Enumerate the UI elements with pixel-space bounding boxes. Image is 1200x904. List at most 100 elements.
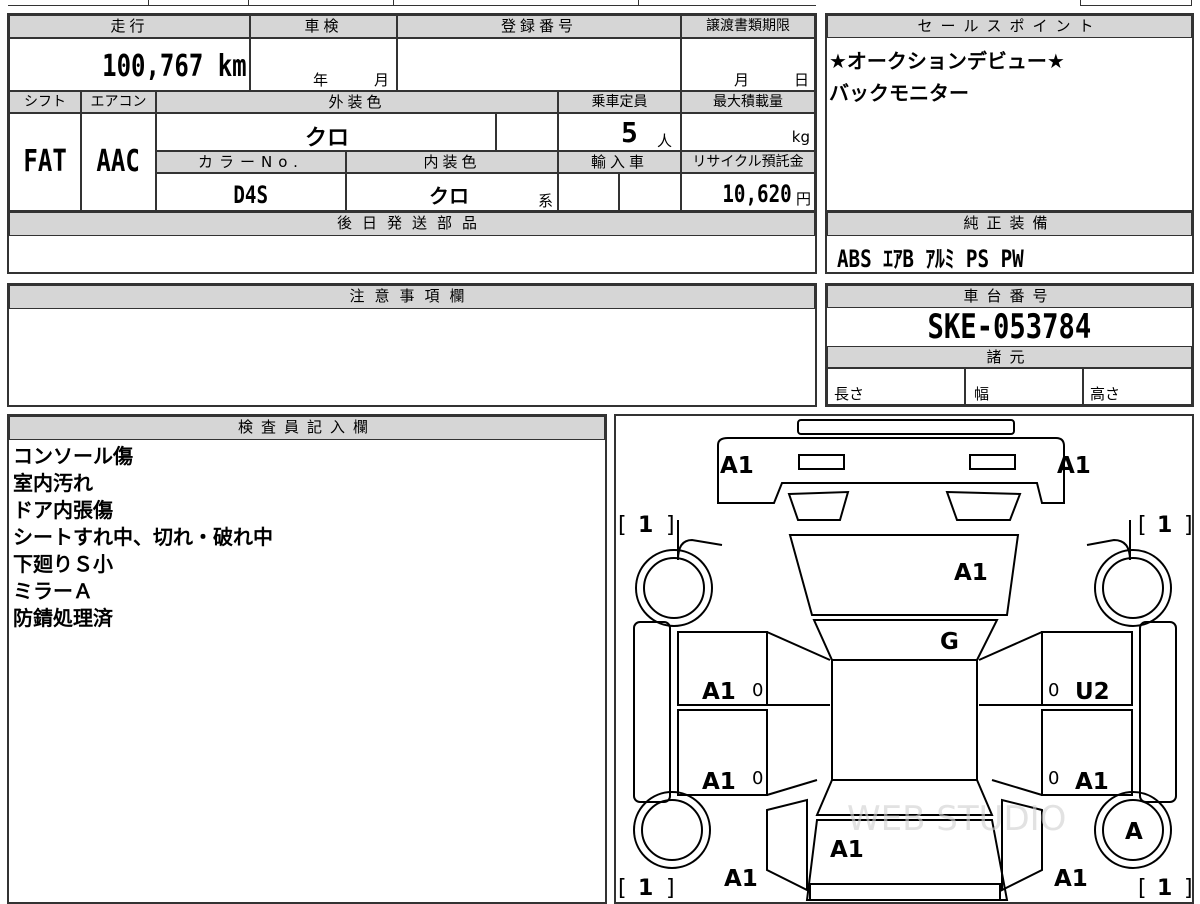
tire-rear-right-close: ] xyxy=(1184,876,1192,901)
recycle-value: 10,620 xyxy=(722,180,792,208)
wheel-rear-left-inner xyxy=(641,799,703,861)
interior-color-label: 内装色 xyxy=(346,151,558,173)
tire-front-right-close: ] xyxy=(1184,513,1192,538)
notes-label: 注意事項欄 xyxy=(9,285,815,309)
tire-rear-right-open: [ xyxy=(1138,876,1147,901)
interior-suffix: 系 xyxy=(537,192,553,210)
front-left-door-zero: 0 xyxy=(752,680,763,701)
rear-bumper-strip xyxy=(809,883,1001,901)
tire-front-right-open: [ xyxy=(1138,513,1147,538)
stub-divider xyxy=(248,0,249,6)
sales-point-line-2: バックモニター xyxy=(829,81,969,105)
right-side-skirt xyxy=(1139,621,1177,803)
car-diagram-box: WEB STUDIO A1 A1 A1 G A1 U2 A1 A1 A A1 A… xyxy=(614,414,1194,904)
top-stub-row xyxy=(8,0,816,6)
max-load-label: 最大積載量 xyxy=(681,91,815,113)
color-no-label: カラーNo. xyxy=(156,151,346,173)
tire-rear-left-open: [ xyxy=(618,876,627,901)
tire-rear-left-close: ] xyxy=(666,876,675,901)
stub-divider xyxy=(148,0,149,6)
right-pillar-line-2 xyxy=(991,779,1043,796)
inspector-line-6: ミラーＡ xyxy=(13,579,93,603)
watermark-text: WEB STUDIO xyxy=(847,799,1066,839)
stub-divider xyxy=(393,0,394,6)
wheel-front-right-inner xyxy=(1102,557,1164,619)
wheel-front-left xyxy=(635,549,713,627)
chassis-box: 車台番号 SKE-053784 諸元 長さ 幅 高さ xyxy=(825,283,1194,407)
standard-equipment-box: 純正装備 ABS ｴｱB ｱﾙﾐ PS PW xyxy=(825,212,1194,274)
rear-left-quarter-outline xyxy=(766,798,808,892)
wheel-rear-left xyxy=(633,791,711,869)
trunk-code: A1 xyxy=(830,837,864,863)
dimension-width-label: 幅 xyxy=(974,385,990,403)
rear-left-quarter-code: A1 xyxy=(724,866,758,892)
deadline-day-unit: 日 xyxy=(794,71,810,89)
front-left-fender-code: A1 xyxy=(720,453,754,479)
inspector-line-5: 下廻りＳ小 xyxy=(13,552,113,576)
roof-outline xyxy=(831,659,978,781)
shaken-month-unit: 月 xyxy=(374,71,390,89)
chassis-label: 車台番号 xyxy=(827,285,1192,308)
front-right-door-zero: 0 xyxy=(1048,680,1059,701)
fog-lamp-right xyxy=(945,490,1022,521)
standard-equipment-value: ABS ｴｱB ｱﾙﾐ PS PW xyxy=(837,245,1024,273)
shaken-cell: 年 月 xyxy=(250,38,397,91)
registration-cell xyxy=(397,38,681,91)
rear-left-door-code: A1 xyxy=(702,769,736,795)
shaken-year-unit: 年 xyxy=(313,71,329,89)
exterior-color-value: クロ xyxy=(305,126,350,151)
rear-right-door-zero: 0 xyxy=(1048,768,1059,789)
inspector-box: 検査員記入欄 コンソール傷 室内汚れ ドア内張傷 シートすれ中、切れ・破れ中 下… xyxy=(7,414,607,904)
stub-divider xyxy=(638,0,639,6)
import-label: 輸入車 xyxy=(558,151,681,173)
interior-color-cell: クロ 系 xyxy=(346,173,558,212)
rear-right-wheel-code: A xyxy=(1125,819,1143,845)
max-load-unit: kg xyxy=(791,128,810,146)
headlight-left xyxy=(798,454,845,470)
dimension-height-label: 高さ xyxy=(1090,385,1121,403)
aircon-value: AAC xyxy=(96,144,141,179)
info-table: 走行 車検 登録番号 譲渡書類期限 100,767 km 年 月 月 日 シフト… xyxy=(7,13,817,212)
exterior-color-cell: クロ xyxy=(156,113,496,151)
front-right-door-code: U2 xyxy=(1075,679,1110,705)
dimension-height-cell: 高さ xyxy=(1083,368,1192,405)
inspector-line-2: 室内汚れ xyxy=(13,471,93,495)
import-cell-b xyxy=(619,173,681,212)
mileage-value: 100,767 km xyxy=(102,49,248,84)
tire-front-left-close: ] xyxy=(666,513,675,538)
import-cell-a xyxy=(558,173,619,212)
exterior-color-label: 外装色 xyxy=(156,91,558,113)
mileage-cell: 100,767 km xyxy=(9,38,250,91)
wheel-front-right xyxy=(1094,549,1172,627)
inspector-line-1: コンソール傷 xyxy=(13,444,133,468)
front-right-fender-code: A1 xyxy=(1057,453,1091,479)
inspector-label: 検査員記入欄 xyxy=(9,416,605,440)
left-pillar-line-2 xyxy=(766,779,818,796)
dimension-length-cell: 長さ xyxy=(827,368,965,405)
tire-front-right-value: 1 xyxy=(1157,513,1172,538)
mileage-label: 走行 xyxy=(9,15,250,38)
interior-color-value: クロ xyxy=(429,184,469,208)
tire-rear-right-value: 1 xyxy=(1157,876,1172,901)
inspector-line-4: シートすれ中、切れ・破れ中 xyxy=(13,525,273,549)
deadline-month-unit: 月 xyxy=(734,71,750,89)
transfer-deadline-label: 譲渡書類期限 xyxy=(681,15,815,38)
shift-cell: FAT xyxy=(9,113,81,212)
capacity-unit: 人 xyxy=(657,132,673,150)
aircon-label: エアコン xyxy=(81,91,156,113)
front-left-door-code: A1 xyxy=(702,679,736,705)
capacity-label: 乗車定員 xyxy=(558,91,681,113)
registration-label: 登録番号 xyxy=(397,15,681,38)
color-no-cell: D4S xyxy=(156,173,346,212)
tire-rear-left-value: 1 xyxy=(638,876,653,901)
standard-equipment-label: 純正装備 xyxy=(827,212,1192,236)
deadline-cell: 月 日 xyxy=(681,38,815,91)
recycle-cell: 10,620 円 xyxy=(681,173,815,212)
tire-front-left-value: 1 xyxy=(638,513,653,538)
headlight-right xyxy=(969,454,1016,470)
dimension-length-label: 長さ xyxy=(834,385,865,403)
inspector-line-7: 防錆処理済 xyxy=(13,606,113,630)
shift-value: FAT xyxy=(23,144,67,179)
front-bumper-strip xyxy=(797,419,1015,435)
capacity-value: 5 xyxy=(621,116,638,149)
